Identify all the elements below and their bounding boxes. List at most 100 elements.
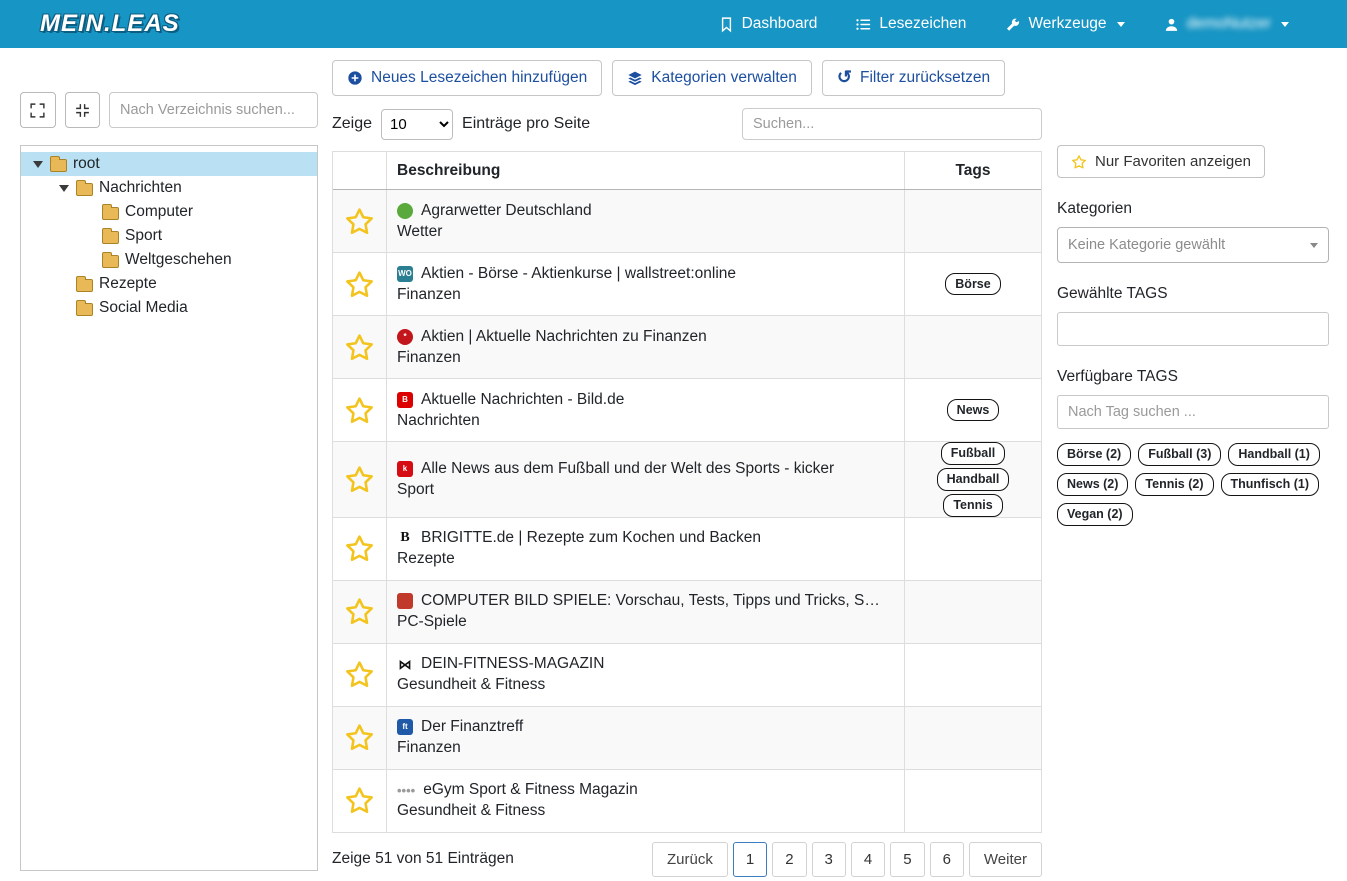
nav-dashboard[interactable]: Dashboard	[718, 15, 818, 33]
tree-node[interactable]: root	[21, 152, 317, 176]
bookmark-title[interactable]: Aktuelle Nachrichten - Bild.de	[421, 391, 624, 409]
page-number-button[interactable]: 5	[890, 842, 924, 877]
bookmark-title[interactable]: Aktien | Aktuelle Nachrichten zu Finanze…	[421, 328, 707, 346]
tag-pill[interactable]: Thunfisch (1)	[1221, 473, 1319, 496]
favorite-star-icon[interactable]	[344, 596, 375, 627]
bookmark-table: Beschreibung Tags Agrarwetter Deutschlan…	[332, 151, 1042, 833]
bookmark-tags-cell: News	[904, 379, 1041, 441]
bookmark-title[interactable]: Aktien - Börse - Aktienkurse | wallstree…	[421, 265, 736, 283]
tag-pill[interactable]: Tennis (2)	[1135, 473, 1213, 496]
tree-node[interactable]: Rezepte	[21, 272, 317, 296]
site-favicon: ••••	[397, 782, 415, 798]
page-number-button[interactable]: 1	[733, 842, 767, 877]
bookmark-row[interactable]: B Aktuelle Nachrichten - Bild.de Nachric…	[333, 379, 1041, 442]
folder-icon	[102, 207, 119, 220]
tag-pill[interactable]: News	[947, 399, 1000, 422]
site-favicon: *	[397, 329, 413, 345]
favorite-star-icon[interactable]	[344, 206, 375, 237]
bookmark-row[interactable]: COMPUTER BILD SPIELE: Vorschau, Tests, T…	[333, 581, 1041, 644]
page-number-button[interactable]: 3	[812, 842, 846, 877]
bookmark-row[interactable]: k Alle News aus dem Fußball und der Welt…	[333, 442, 1041, 518]
entries-info: Zeige 51 von 51 Einträgen	[332, 850, 514, 868]
selected-tags-input[interactable]	[1057, 312, 1329, 346]
tag-pill[interactable]: Börse	[945, 273, 1000, 296]
tree-expand-caret-icon[interactable]	[31, 161, 44, 168]
favorite-cell	[333, 442, 387, 517]
tag-pill[interactable]: Vegan (2)	[1057, 503, 1133, 526]
favorite-star-icon[interactable]	[344, 269, 375, 300]
tree-node[interactable]: Social Media	[21, 296, 317, 320]
manage-categories-button[interactable]: Kategorien verwalten	[612, 60, 812, 96]
tag-pill[interactable]: Fußball	[941, 442, 1005, 465]
folder-icon	[76, 303, 93, 316]
tag-pill[interactable]: Börse (2)	[1057, 443, 1131, 466]
bookmark-row[interactable]: ⋈ DEIN-FITNESS-MAGAZIN Gesundheit & Fitn…	[333, 644, 1041, 707]
page-number-button[interactable]: 4	[851, 842, 885, 877]
bookmark-row[interactable]: •••• eGym Sport & Fitness Magazin Gesund…	[333, 770, 1041, 833]
description-column-header[interactable]: Beschreibung	[387, 152, 904, 189]
tree-node[interactable]: Sport	[21, 224, 317, 248]
tag-search-input[interactable]	[1057, 395, 1329, 429]
collapse-all-button[interactable]	[65, 92, 101, 128]
favorite-star-icon[interactable]	[344, 785, 375, 816]
bookmark-title[interactable]: DEIN-FITNESS-MAGAZIN	[421, 655, 604, 673]
favorites-only-button[interactable]: Nur Favoriten anzeigen	[1057, 145, 1265, 178]
favorite-star-icon[interactable]	[344, 395, 375, 426]
bookmark-title[interactable]: BRIGITTE.de | Rezepte zum Kochen und Bac…	[421, 529, 761, 547]
tree-expand-caret-icon[interactable]	[57, 185, 70, 192]
directory-search-input[interactable]	[109, 92, 318, 128]
expand-all-button[interactable]	[20, 92, 56, 128]
nav-lesezeichen[interactable]: Lesezeichen	[855, 15, 966, 33]
table-search-input[interactable]	[742, 108, 1042, 140]
bookmark-row[interactable]: * Aktien | Aktuelle Nachrichten zu Finan…	[333, 316, 1041, 379]
bookmark-title-line: k Alle News aus dem Fußball und der Welt…	[397, 460, 834, 478]
tag-pill[interactable]: Handball	[937, 468, 1010, 491]
favorite-star-icon[interactable]	[344, 722, 375, 753]
bookmark-description-cell: WO Aktien - Börse - Aktienkurse | wallst…	[387, 253, 904, 315]
bookmark-title[interactable]: Agrarwetter Deutschland	[421, 202, 592, 220]
bookmark-title[interactable]: eGym Sport & Fitness Magazin	[423, 781, 638, 799]
tree-node[interactable]: Computer	[21, 200, 317, 224]
page-number-button[interactable]: 6	[930, 842, 964, 877]
filter-panel: Nur Favoriten anzeigen Kategorien Keine …	[1057, 145, 1329, 526]
bookmark-row[interactable]: Agrarwetter Deutschland Wetter	[333, 190, 1041, 253]
add-bookmark-button[interactable]: Neues Lesezeichen hinzufügen	[332, 60, 602, 96]
logo[interactable]: MEIN.LEAS	[40, 10, 180, 38]
tag-pill[interactable]: Fußball (3)	[1138, 443, 1221, 466]
favorite-star-icon[interactable]	[344, 659, 375, 690]
favorite-star-icon[interactable]	[344, 464, 375, 495]
bookmark-title[interactable]: COMPUTER BILD SPIELE: Vorschau, Tests, T…	[421, 592, 880, 610]
bookmark-title-line: Agrarwetter Deutschland	[397, 202, 592, 220]
reset-filter-button[interactable]: Filter zurücksetzen	[822, 60, 1005, 96]
page-number-button[interactable]: 2	[772, 842, 806, 877]
bookmark-title[interactable]: Alle News aus dem Fußball und der Welt d…	[421, 460, 834, 478]
nav-werkzeuge[interactable]: Werkzeuge	[1004, 15, 1124, 33]
category-select[interactable]: Keine Kategorie gewählt	[1057, 227, 1329, 263]
folder-icon	[50, 159, 67, 172]
tree-node-label: Nachrichten	[99, 179, 182, 197]
pagination-prev-button[interactable]: Zurück	[652, 842, 728, 877]
bookmark-category: Nachrichten	[397, 412, 480, 430]
favorite-star-icon[interactable]	[344, 533, 375, 564]
favorite-star-icon[interactable]	[344, 332, 375, 363]
bookmark-row[interactable]: ft Der Finanztreff Finanzen	[333, 707, 1041, 770]
bookmark-tags-cell	[904, 190, 1041, 252]
tree-node[interactable]: Nachrichten	[21, 176, 317, 200]
pagination-next-button[interactable]: Weiter	[969, 842, 1042, 877]
tags-column-header[interactable]: Tags	[904, 152, 1041, 189]
chevron-down-icon	[1117, 22, 1125, 27]
page-size-select[interactable]: 10	[381, 109, 453, 140]
tag-pill[interactable]: News (2)	[1057, 473, 1128, 496]
site-favicon: ⋈	[397, 656, 413, 672]
bookmark-row[interactable]: WO Aktien - Börse - Aktienkurse | wallst…	[333, 253, 1041, 316]
tag-pill[interactable]: Handball (1)	[1228, 443, 1320, 466]
folder-icon	[102, 231, 119, 244]
nav-user-menu[interactable]: demoNutzer	[1163, 15, 1289, 33]
bookmark-row[interactable]: B BRIGITTE.de | Rezepte zum Kochen und B…	[333, 518, 1041, 581]
site-favicon	[397, 203, 413, 219]
tree-node[interactable]: Weltgeschehen	[21, 248, 317, 272]
tag-pill[interactable]: Tennis	[943, 494, 1002, 517]
bookmark-title-line: COMPUTER BILD SPIELE: Vorschau, Tests, T…	[397, 592, 880, 610]
bookmark-title[interactable]: Der Finanztreff	[421, 718, 523, 736]
bookmark-description-cell: Agrarwetter Deutschland Wetter	[387, 190, 904, 252]
